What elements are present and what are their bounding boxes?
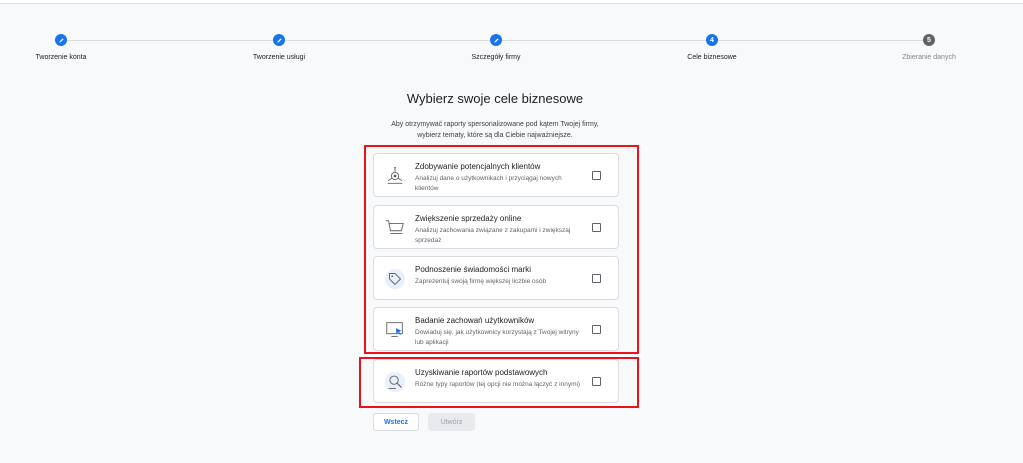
goal-card-leads[interactable]: Zdobywanie potencjalnych klientów Analiz… (373, 153, 619, 197)
subtitle-line: Aby otrzymywać raporty spersonalizowane … (391, 121, 599, 128)
goal-description: Analizuj zachowania związane z zakupami … (415, 227, 571, 244)
page-subtitle: Aby otrzymywać raporty spersonalizowane … (0, 119, 990, 141)
report-search-icon (384, 371, 406, 393)
step-label: Zbieranie danych (902, 54, 956, 61)
step-business-details[interactable]: Szczegóły firmy (426, 34, 566, 61)
step-business-goals: 4 Cele biznesowe (642, 34, 782, 61)
goal-description: Analizuj dane o użytkownikach i przyciąg… (415, 175, 562, 192)
create-button[interactable]: Utwórz (428, 413, 475, 431)
goal-title: Zdobywanie potencjalnych klientów (415, 162, 541, 171)
goal-checkbox[interactable] (592, 325, 601, 334)
step-label: Tworzenie konta (35, 54, 87, 61)
step-number: 4 (706, 34, 718, 46)
goal-card-basic-reports[interactable]: Uzyskiwanie raportów podstawowych Różne … (373, 359, 619, 403)
goal-title: Zwiększenie sprzedaży online (415, 214, 522, 223)
step-account[interactable]: Tworzenie konta (0, 34, 131, 61)
step-label: Szczegóły firmy (471, 54, 521, 61)
back-button[interactable]: Wstecz (373, 413, 419, 431)
goal-card-brand-awareness[interactable]: Podnoszenie świadomości marki Zaprezentu… (373, 256, 619, 300)
step-label: Cele biznesowe (687, 54, 737, 61)
pencil-icon (490, 34, 502, 46)
goal-checkbox[interactable] (592, 377, 601, 386)
step-service[interactable]: Tworzenie usługi (209, 34, 349, 61)
goal-title: Uzyskiwanie raportów podstawowych (415, 368, 548, 377)
pencil-icon (55, 34, 67, 46)
monitor-cursor-icon (386, 322, 403, 337)
goal-title: Podnoszenie świadomości marki (415, 265, 532, 274)
target-icon (387, 166, 403, 184)
goal-description: Różne typy raportów (tej opcji nie można… (415, 381, 581, 388)
goal-description: Zaprezentuj swoją firmę większej liczbie… (415, 278, 547, 285)
goal-checkbox[interactable] (592, 171, 601, 180)
progress-stepper: Tworzenie konta Tworzenie usługi Szczegó… (0, 30, 1023, 70)
tag-icon (384, 268, 406, 290)
step-label: Tworzenie usługi (252, 54, 306, 61)
cart-icon (385, 220, 404, 234)
goal-checkbox[interactable] (592, 223, 601, 232)
goal-card-online-sales[interactable]: Zwiększenie sprzedaży online Analizuj za… (373, 205, 619, 249)
subtitle-line: wybierz tematy, które są dla Ciebie najw… (417, 132, 573, 139)
page-title: Wybierz swoje cele biznesowe (406, 91, 584, 106)
goal-description: Dowiaduj się, jak użytkownicy korzystają… (415, 329, 579, 346)
top-bar (0, 0, 1023, 4)
pencil-icon (273, 34, 285, 46)
goal-title: Badanie zachowań użytkowników (415, 316, 535, 325)
step-data-collection: 5 Zbieranie danych (859, 34, 999, 61)
goal-card-user-behavior[interactable]: Badanie zachowań użytkowników Dowiaduj s… (373, 307, 619, 351)
step-number: 5 (923, 34, 935, 46)
goal-checkbox[interactable] (592, 274, 601, 283)
